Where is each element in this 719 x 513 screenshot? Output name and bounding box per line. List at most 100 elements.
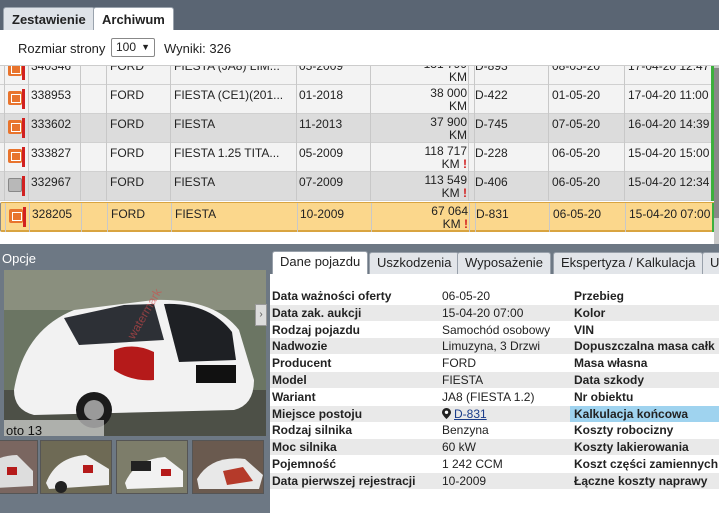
detail-label: Data zak. aukcji: [272, 305, 362, 320]
tab-zestawienie[interactable]: Zestawienie: [3, 7, 95, 30]
tab-more[interactable]: U: [702, 252, 719, 274]
image-icon[interactable]: [8, 66, 22, 76]
detail-value: 1 242 CCM: [442, 457, 503, 471]
detail-label: Data ważności oferty: [272, 289, 392, 303]
row-make: FORD: [110, 117, 144, 131]
thumbnail[interactable]: [40, 440, 112, 494]
column-divider: [296, 85, 297, 114]
detail-label: Rodzaj silnika: [272, 423, 353, 438]
row-model: FIESTA: [175, 207, 217, 221]
row-make: FORD: [110, 88, 144, 102]
row-code: D-745: [475, 117, 508, 131]
row-price-cell: 118 717 KM !: [372, 143, 469, 172]
location-link-text[interactable]: D-831: [454, 407, 487, 421]
detail-label-secondary: Kolor: [574, 305, 606, 320]
status-marker: [22, 147, 25, 167]
column-divider: [28, 66, 29, 85]
column-divider: [296, 114, 297, 143]
page-size-select[interactable]: 100 ▼: [111, 38, 155, 57]
row-model: FIESTA (CE1)(201...: [174, 88, 284, 102]
row-code: D-893: [475, 66, 508, 73]
vehicle-photo[interactable]: watermark oto 13: [4, 270, 266, 436]
column-divider: [371, 203, 372, 232]
table-row[interactable]: 333602 FORD FIESTA 11-2013 D-745 07-05-20 16-0…: [0, 114, 719, 143]
location-link[interactable]: D-831: [442, 407, 487, 421]
chevron-right-icon[interactable]: ›: [255, 304, 267, 326]
row-code: D-228: [475, 146, 508, 160]
column-divider: [106, 143, 107, 172]
detail-label-secondary: Kalkulacja końcowa: [574, 406, 689, 421]
thumbnail[interactable]: [0, 440, 38, 494]
image-icon[interactable]: [8, 91, 22, 105]
column-divider: [81, 203, 82, 232]
image-icon[interactable]: [8, 149, 22, 163]
chevron-down-icon: ▼: [141, 42, 150, 52]
detail-label-secondary: Dopuszczalna masa całk: [574, 339, 715, 354]
tab-archiwum[interactable]: Archiwum: [93, 7, 174, 31]
column-divider: [297, 203, 298, 232]
row-date-auction: 17-04-20 11:00: [628, 88, 709, 102]
table-row[interactable]: 333827 FORD FIESTA 1.25 TITA... 05-2009 D-22…: [0, 143, 719, 172]
column-divider: [4, 85, 5, 114]
column-divider: [296, 66, 297, 85]
tab-wyposazenie[interactable]: Wyposażenie: [457, 252, 551, 274]
scrollbar-thumb[interactable]: [714, 68, 719, 218]
detail-tab-bar: Dane pojazdu Uszkodzenia Wyposażenie Eks…: [270, 250, 719, 274]
row-year: 01-2018: [299, 88, 344, 102]
column-divider: [80, 114, 81, 143]
row-model: FIESTA: [174, 117, 216, 131]
detail-label: Data pierwszej rejestracji: [272, 473, 416, 488]
row-price: 113 549 KM !: [425, 174, 468, 200]
detail-label-secondary: Masa własna: [574, 356, 648, 371]
detail-row: Data pierwszej rejestracji 10-2009 Łączne …: [270, 472, 719, 489]
image-icon[interactable]: [8, 120, 22, 134]
options-label[interactable]: Opcje: [2, 251, 36, 266]
top-tab-bar: Zestawienie Archiwum: [0, 0, 719, 31]
price-unit: KM: [449, 70, 467, 84]
column-divider: [624, 66, 625, 85]
thumbnail[interactable]: [192, 440, 264, 494]
tab-dane-pojazdu[interactable]: Dane pojazdu: [272, 251, 369, 274]
column-divider: [171, 203, 172, 232]
column-divider: [4, 114, 5, 143]
row-make: FORD: [111, 207, 145, 221]
column-divider: [106, 114, 107, 143]
row-price: 131 799KM: [424, 66, 467, 84]
results-table: 340346 FORD FIESTA (JA8) LIM... 05-2009 D-89…: [0, 66, 719, 244]
column-divider: [548, 172, 549, 201]
detail-value: 15-04-20 07:00: [442, 305, 524, 320]
column-divider: [4, 172, 5, 201]
detail-label-secondary: Koszty robocizny: [574, 423, 674, 438]
table-row[interactable]: 340346 FORD FIESTA (JA8) LIM... 05-2009 D-89…: [0, 66, 719, 85]
row-price: 67 064 KM !: [431, 205, 468, 231]
detail-row: Data zak. aukcji 15-04-20 07:00 Kolor: [270, 304, 719, 321]
table-row[interactable]: 328205 FORD FIESTA 10-2009 D-831 06-05-20 15-0…: [0, 202, 719, 232]
thumbnail[interactable]: [116, 440, 188, 494]
tab-ekspertyza-kalkulacja[interactable]: Ekspertyza / Kalkulacja: [553, 252, 704, 274]
column-divider: [170, 172, 171, 201]
detail-value: FORD: [442, 356, 476, 371]
column-divider: [370, 172, 371, 201]
table-scrollbar[interactable]: [714, 66, 719, 244]
row-date-end: 06-05-20: [552, 175, 601, 189]
column-divider: [106, 172, 107, 201]
status-marker: [22, 176, 25, 196]
document-gray-icon[interactable]: [8, 178, 22, 192]
table-row[interactable]: 338953 FORD FIESTA (CE1)(201... 01-2018 D-42…: [0, 85, 719, 114]
price-unit: KM: [441, 157, 460, 171]
detail-label: Wariant: [272, 389, 316, 404]
row-price-cell: 113 549 KM !: [372, 172, 469, 201]
row-code: D-422: [475, 88, 508, 102]
row-price: 37 900 KM: [430, 116, 467, 142]
column-divider: [80, 85, 81, 114]
column-divider: [80, 172, 81, 201]
detail-label-secondary: Przebieg: [574, 289, 625, 303]
column-divider: [370, 143, 371, 172]
row-date-auction: 15-04-20 12:34: [628, 175, 710, 189]
row-date-end: 06-05-20: [553, 207, 602, 221]
table-row[interactable]: 332967 FORD FIESTA 07-2009 D-406 06-05-20 15-0…: [0, 172, 719, 201]
price-unit: KM: [449, 128, 467, 142]
tab-uszkodzenia[interactable]: Uszkodzenia: [369, 252, 460, 274]
row-price-cell: 38 000 KM: [372, 85, 469, 114]
image-icon[interactable]: [9, 209, 23, 223]
